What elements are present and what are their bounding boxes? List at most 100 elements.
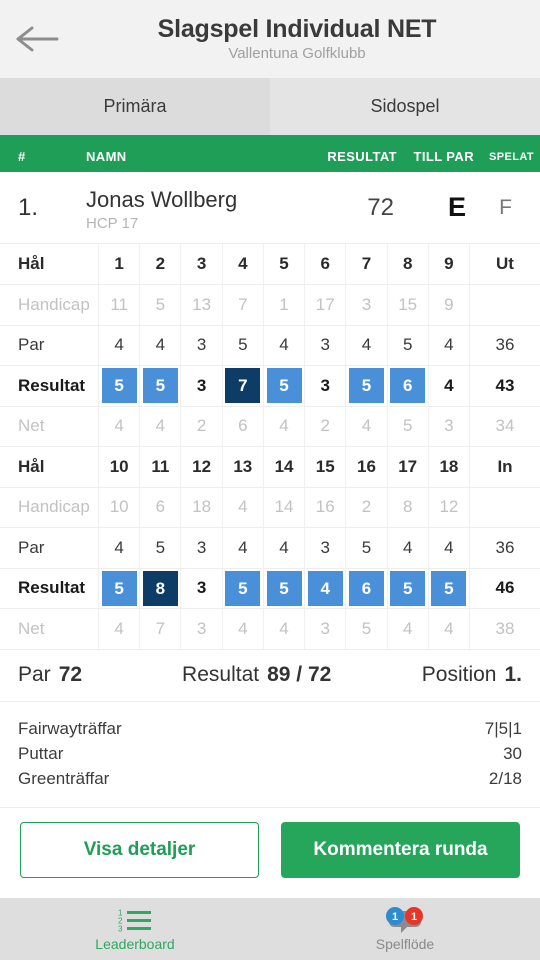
- speech-bubble-icon: 1 1: [378, 906, 432, 933]
- player-to-par: E: [447, 192, 466, 222]
- score-chip: 5: [431, 570, 467, 606]
- stat-value-greens: 2/18: [488, 768, 522, 788]
- cell-total-handicap: [469, 284, 540, 326]
- cell-par: 4: [428, 527, 471, 569]
- cell-handicap: 14: [263, 487, 306, 528]
- score-chip: 8: [142, 570, 178, 606]
- cell-handicap: 2: [345, 487, 388, 528]
- tab-primara[interactable]: Primära: [0, 78, 270, 135]
- player-rank: 1.: [18, 193, 39, 221]
- cell-hole: 13: [222, 446, 264, 488]
- cell-par: 4: [345, 325, 388, 366]
- tab-bar: Primära Sidospel: [0, 78, 540, 135]
- cell-par: 3: [304, 527, 347, 569]
- cell-result[interactable]: 6: [345, 568, 388, 609]
- tab-sidospel[interactable]: Sidospel: [270, 78, 540, 135]
- scorecard-row: Net 4 4 2 6 4 2 4 5 3 34: [0, 406, 540, 447]
- row-label-net: Net: [0, 608, 100, 650]
- player-result: 72: [367, 193, 394, 221]
- stat-label-greens: Greenträffar: [18, 768, 110, 788]
- cell-hole: 4: [222, 244, 264, 285]
- cell-par: 4: [222, 527, 264, 569]
- cell-handicap: 7: [222, 284, 264, 326]
- cell-result[interactable]: 5: [139, 365, 182, 407]
- cell-result[interactable]: 5: [345, 365, 388, 407]
- summary-par-value: 72: [58, 663, 83, 686]
- cell-result[interactable]: 5: [222, 568, 264, 609]
- cell-par: 4: [98, 527, 141, 569]
- cell-result[interactable]: 8: [139, 568, 182, 609]
- cell-net: 7: [139, 608, 182, 650]
- cell-result[interactable]: 7: [222, 365, 264, 407]
- cell-handicap: 17: [304, 284, 347, 326]
- cell-handicap: 3: [345, 284, 388, 326]
- stat-value-fairway: 7|5|1: [484, 718, 522, 738]
- summary-position: Position 1.: [422, 663, 522, 687]
- cell-result[interactable]: 5: [98, 568, 141, 609]
- cell-result[interactable]: 5: [263, 568, 306, 609]
- summary-par: Par 72: [18, 663, 82, 687]
- player-row[interactable]: 1. Jonas Wollberg HCP 17 72 E F: [0, 172, 540, 244]
- cell-net: 2: [304, 406, 347, 447]
- row-label-result: Resultat: [0, 365, 100, 407]
- player-played: F: [499, 195, 512, 219]
- cell-handicap: 15: [387, 284, 429, 326]
- scorecard-row: Par 4 4 3 5 4 3 4 5 4 36: [0, 325, 540, 366]
- comment-round-button[interactable]: Kommentera runda: [281, 821, 520, 878]
- scorecard-table: Hål 1 2 3 4 5 6 7 8 9 Ut Handicap 11 5 13 7 1 17 3 15 9 Par 4 4…: [0, 244, 540, 650]
- cell-par: 4: [139, 325, 182, 366]
- cell-result[interactable]: 5: [428, 568, 471, 609]
- cell-par: 3: [304, 325, 347, 366]
- cell-total-par: 36: [469, 527, 540, 569]
- cell-handicap: 13: [180, 284, 223, 326]
- scorecard-screen: Slagspel Individual NET Vallentuna Golfk…: [0, 0, 540, 960]
- row-label-par: Par: [0, 325, 100, 366]
- cell-net: 4: [98, 406, 141, 447]
- cell-result[interactable]: 5: [263, 365, 306, 407]
- scorecard-row: Par 4 5 3 4 4 3 5 4 4 36: [0, 527, 540, 569]
- cell-net: 4: [263, 406, 306, 447]
- cell-result[interactable]: 3: [180, 365, 223, 407]
- score-chip: 7: [225, 368, 261, 404]
- leaderboard-column-header: # NAMN RESULTAT TILL PAR SPELAT: [0, 141, 540, 172]
- cell-handicap: 8: [387, 487, 429, 528]
- nav-item-spelflode[interactable]: 1 1 Spelflöde: [270, 898, 540, 960]
- cell-hole: 3: [180, 244, 223, 285]
- cell-total-net: 38: [469, 608, 540, 650]
- cell-net: 4: [345, 406, 388, 447]
- summary-result-label: Resultat: [182, 663, 260, 686]
- scorecard-row: Resultat 5 5 3 7 5 3 5 6 4 43: [0, 365, 540, 407]
- stat-row: Puttar 30: [18, 741, 522, 766]
- cell-total-result: 43: [469, 365, 540, 407]
- cell-result[interactable]: 3: [304, 365, 347, 407]
- cell-par: 3: [180, 325, 223, 366]
- cell-handicap: 11: [98, 284, 141, 326]
- score-chip: 5: [101, 368, 137, 404]
- cell-hole: 6: [304, 244, 347, 285]
- show-details-button[interactable]: Visa detaljer: [20, 821, 259, 878]
- stat-row: Fairwayträffar 7|5|1: [18, 716, 522, 741]
- cell-handicap: 5: [139, 284, 182, 326]
- cell-result[interactable]: 5: [98, 365, 141, 407]
- arrow-left-icon: [16, 26, 59, 52]
- cell-net: 4: [387, 608, 429, 650]
- nav-item-leaderboard[interactable]: 1 2 3 Leaderboard: [0, 898, 270, 960]
- back-button[interactable]: [0, 0, 74, 78]
- cell-net: 4: [139, 406, 182, 447]
- cell-result[interactable]: 4: [304, 568, 347, 609]
- row-label-net: Net: [0, 406, 100, 447]
- cell-net: 3: [180, 608, 223, 650]
- app-bar: Slagspel Individual NET Vallentuna Golfk…: [0, 0, 540, 78]
- cell-net: 6: [222, 406, 264, 447]
- scorecard-row: Net 4 7 3 4 4 3 5 4 4 38: [0, 608, 540, 650]
- cell-handicap: 9: [428, 284, 471, 326]
- cell-result[interactable]: 6: [387, 365, 429, 407]
- stats-block: Fairwayträffar 7|5|1 Puttar 30 Greenträf…: [0, 702, 540, 808]
- score-chip: 5: [266, 570, 302, 606]
- cell-total-handicap: [469, 487, 540, 528]
- cell-result[interactable]: 5: [387, 568, 429, 609]
- cell-result[interactable]: 3: [180, 568, 223, 609]
- cell-result[interactable]: 4: [428, 365, 471, 407]
- cell-hole: 1: [98, 244, 141, 285]
- summary-result: Resultat 89 / 72: [182, 663, 331, 687]
